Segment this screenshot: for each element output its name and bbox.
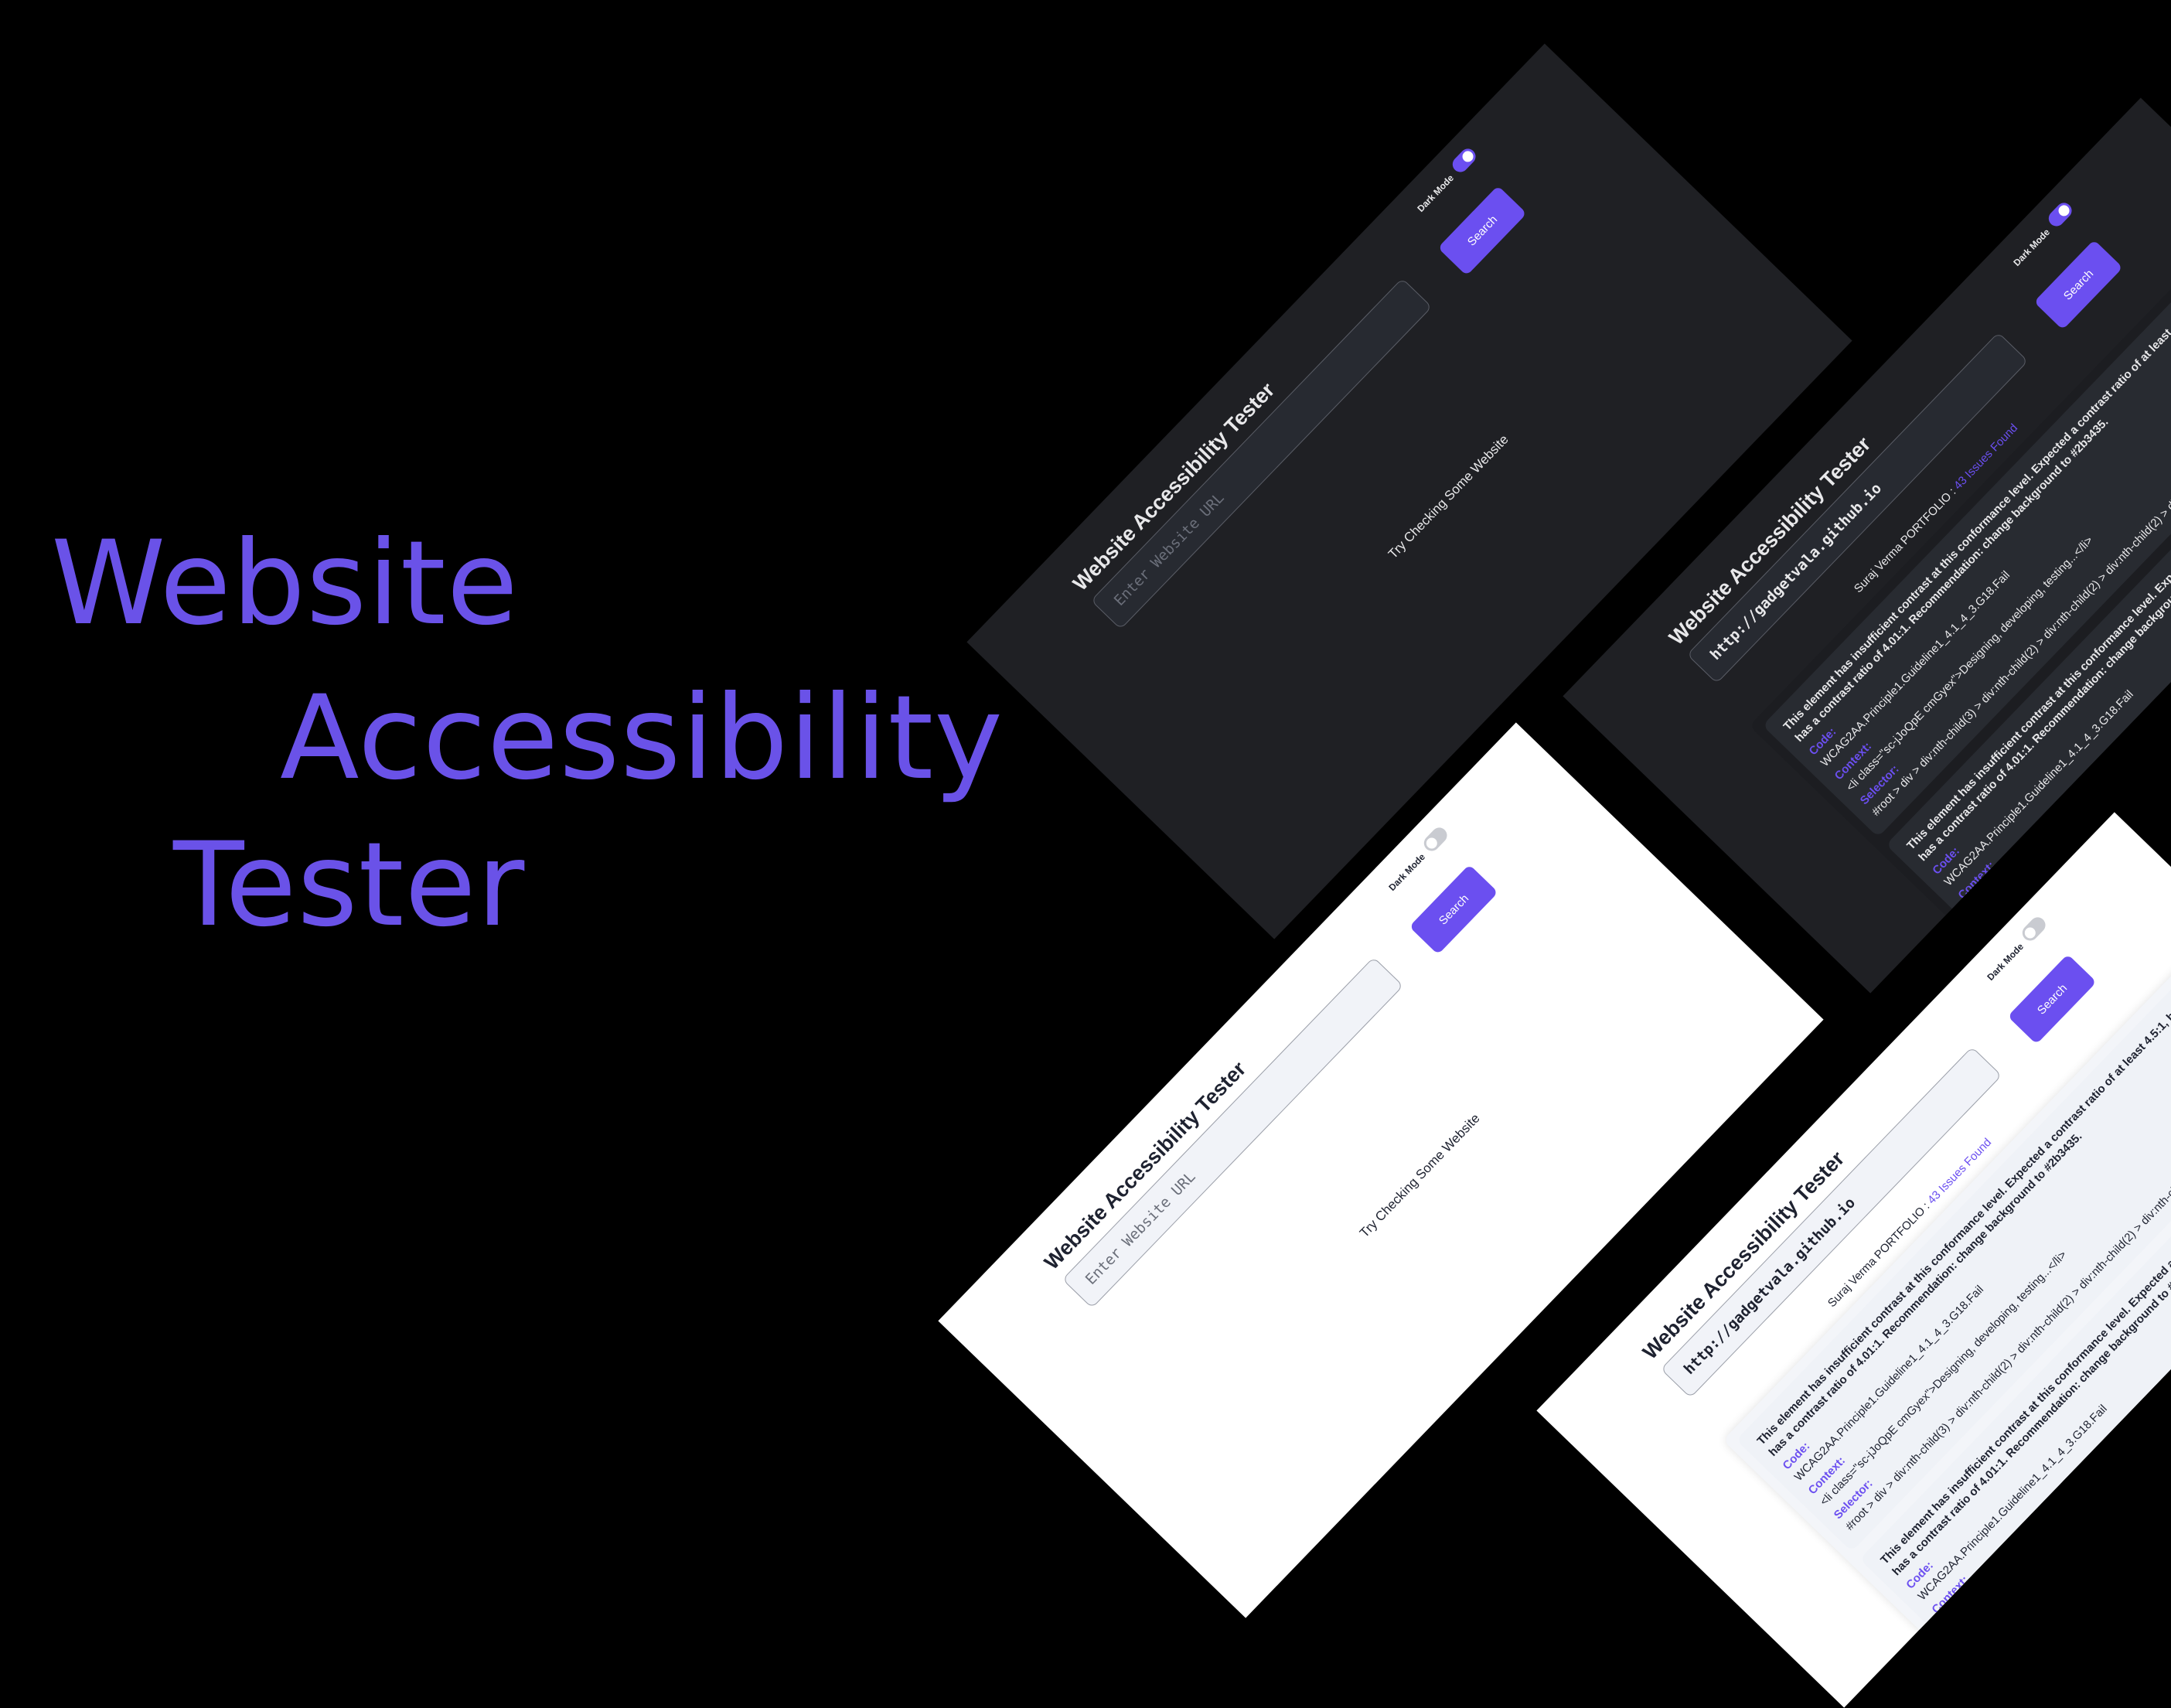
hero-line-website: Website xyxy=(51,516,519,651)
hero-line-accessibility: Accessibility xyxy=(280,671,1004,806)
dark-mode-label: Dark Mode xyxy=(1415,172,1457,214)
toggle-knob xyxy=(2056,203,2072,219)
search-button[interactable]: Search xyxy=(1409,864,1498,955)
toggle-knob xyxy=(1423,835,1440,851)
search-button[interactable]: Search xyxy=(2007,953,2097,1045)
hero-line-tester: Tester xyxy=(173,818,526,953)
toggle-knob xyxy=(2022,925,2038,941)
dark-mode-toggle[interactable] xyxy=(2019,914,2049,944)
dark-mode-toggle[interactable] xyxy=(2045,199,2075,230)
dark-mode-label: Dark Mode xyxy=(1985,941,2026,983)
dark-mode-toggle[interactable] xyxy=(1420,824,1450,854)
toggle-knob xyxy=(1460,148,1476,165)
dark-mode-label: Dark Mode xyxy=(2011,227,2053,268)
dark-mode-toggle[interactable] xyxy=(1449,145,1479,176)
search-button[interactable]: Search xyxy=(1437,185,1527,276)
search-button[interactable]: Search xyxy=(2033,239,2123,330)
dark-mode-label: Dark Mode xyxy=(1386,851,1428,893)
